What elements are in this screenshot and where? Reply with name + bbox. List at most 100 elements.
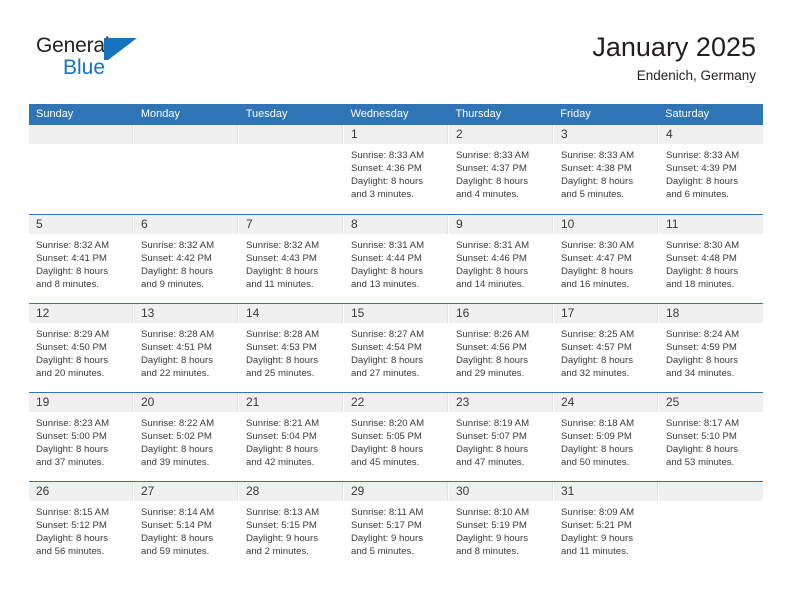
- daylight-line: Daylight: 8 hours: [666, 266, 738, 278]
- calendar-day-cell[interactable]: 1 Sunrise: 8:33 AM Sunset: 4:36 PM Daylight…: [344, 125, 449, 214]
- calendar-day-cell[interactable]: 11 Sunrise: 8:30 AM Sunset: 4:48 PM Dayligh…: [659, 215, 763, 303]
- day-number-band: 4: [659, 125, 763, 144]
- calendar-day-cell[interactable]: 27 Sunrise: 8:14 AM Sunset: 5:14 PM Dayligh…: [134, 482, 239, 570]
- day-number: 2: [456, 127, 463, 141]
- daylight-line-continued: and 8 minutes.: [456, 546, 519, 558]
- daylight-line: Daylight: 8 hours: [351, 176, 423, 188]
- calendar-day-cell[interactable]: 18 Sunrise: 8:24 AM Sunset: 4:59 PM Dayligh…: [659, 304, 763, 392]
- calendar-week-row: 19 Sunrise: 8:23 AM Sunset: 5:00 PM Dayligh…: [29, 392, 763, 481]
- calendar-day-cell[interactable]: 5 Sunrise: 8:32 AM Sunset: 4:41 PM Daylight…: [29, 215, 134, 303]
- day-number-band: 24: [554, 393, 658, 412]
- day-detail-lines: Sunrise: 8:29 AM Sunset: 4:50 PM Daylight:…: [29, 323, 133, 380]
- daylight-line: Daylight: 9 hours: [246, 533, 318, 545]
- calendar-day-cell[interactable]: 7 Sunrise: 8:32 AM Sunset: 4:43 PM Daylight…: [239, 215, 344, 303]
- calendar-day-cell[interactable]: 16 Sunrise: 8:26 AM Sunset: 4:56 PM Dayligh…: [449, 304, 554, 392]
- sunrise-line: Sunrise: 8:32 AM: [141, 240, 215, 251]
- sunset-line: Sunset: 4:47 PM: [561, 253, 632, 265]
- brand-word-general: General: [36, 34, 110, 57]
- day-detail-lines: Sunrise: 8:17 AM Sunset: 5:10 PM Daylight:…: [659, 412, 763, 469]
- day-number: 1: [351, 127, 358, 141]
- day-number: 23: [456, 395, 470, 409]
- daylight-line-continued: and 50 minutes.: [561, 457, 630, 469]
- calendar-day-cell[interactable]: 2 Sunrise: 8:33 AM Sunset: 4:37 PM Daylight…: [449, 125, 554, 214]
- day-detail-lines: Sunrise: 8:15 AM Sunset: 5:12 PM Daylight:…: [29, 501, 133, 558]
- daylight-line: Daylight: 8 hours: [141, 355, 213, 367]
- sunset-line: Sunset: 5:02 PM: [141, 431, 212, 443]
- calendar-day-cell[interactable]: 13 Sunrise: 8:28 AM Sunset: 4:51 PM Dayligh…: [134, 304, 239, 392]
- day-detail-lines: Sunrise: 8:28 AM Sunset: 4:51 PM Daylight:…: [134, 323, 238, 380]
- calendar-day-cell[interactable]: 10 Sunrise: 8:30 AM Sunset: 4:47 PM Dayligh…: [554, 215, 659, 303]
- calendar-day-cell[interactable]: 29 Sunrise: 8:11 AM Sunset: 5:17 PM Dayligh…: [344, 482, 449, 570]
- day-number-band: 25: [659, 393, 763, 412]
- day-detail-lines: Sunrise: 8:20 AM Sunset: 5:05 PM Daylight:…: [344, 412, 448, 469]
- daylight-line: Daylight: 8 hours: [246, 355, 318, 367]
- sunrise-line: Sunrise: 8:13 AM: [246, 507, 320, 518]
- day-number-band: 23: [449, 393, 553, 412]
- day-number-band: 19: [29, 393, 133, 412]
- calendar-day-cell[interactable]: 21 Sunrise: 8:21 AM Sunset: 5:04 PM Dayligh…: [239, 393, 344, 481]
- daylight-line-continued: and 53 minutes.: [666, 457, 735, 469]
- sunset-line: Sunset: 4:38 PM: [561, 163, 632, 175]
- day-number-band: 8: [344, 215, 448, 234]
- calendar-day-cell[interactable]: 23 Sunrise: 8:19 AM Sunset: 5:07 PM Dayligh…: [449, 393, 554, 481]
- calendar-day-cell-empty: [659, 482, 763, 570]
- calendar-day-cell[interactable]: 12 Sunrise: 8:29 AM Sunset: 4:50 PM Dayligh…: [29, 304, 134, 392]
- sunrise-line: Sunrise: 8:33 AM: [351, 150, 425, 161]
- daylight-line: Daylight: 8 hours: [36, 533, 108, 545]
- calendar-day-cell[interactable]: 22 Sunrise: 8:20 AM Sunset: 5:05 PM Dayligh…: [344, 393, 449, 481]
- daylight-line: Daylight: 8 hours: [246, 266, 318, 278]
- calendar-day-cell[interactable]: 6 Sunrise: 8:32 AM Sunset: 4:42 PM Daylight…: [134, 215, 239, 303]
- sunrise-line: Sunrise: 8:19 AM: [456, 418, 530, 429]
- calendar-day-cell[interactable]: 28 Sunrise: 8:13 AM Sunset: 5:15 PM Dayligh…: [239, 482, 344, 570]
- daylight-line-continued: and 9 minutes.: [141, 279, 204, 291]
- calendar-day-cell[interactable]: 15 Sunrise: 8:27 AM Sunset: 4:54 PM Dayligh…: [344, 304, 449, 392]
- sunset-line: Sunset: 4:42 PM: [141, 253, 212, 265]
- sunset-line: Sunset: 4:51 PM: [141, 342, 212, 354]
- weekday-header-saturday: Saturday: [665, 108, 710, 120]
- calendar-day-cell[interactable]: 30 Sunrise: 8:10 AM Sunset: 5:19 PM Dayligh…: [449, 482, 554, 570]
- calendar-day-cell[interactable]: 14 Sunrise: 8:28 AM Sunset: 4:53 PM Dayligh…: [239, 304, 344, 392]
- sunrise-line: Sunrise: 8:20 AM: [351, 418, 425, 429]
- weekday-header-thursday: Thursday: [455, 108, 502, 120]
- sunrise-line: Sunrise: 8:32 AM: [246, 240, 320, 251]
- calendar-week-row: 5 Sunrise: 8:32 AM Sunset: 4:41 PM Daylight…: [29, 214, 763, 303]
- calendar-day-cell[interactable]: 24 Sunrise: 8:18 AM Sunset: 5:09 PM Dayligh…: [554, 393, 659, 481]
- day-detail-lines: Sunrise: 8:25 AM Sunset: 4:57 PM Daylight:…: [554, 323, 658, 380]
- calendar-day-cell-empty: [29, 125, 134, 214]
- calendar-day-cell[interactable]: 20 Sunrise: 8:22 AM Sunset: 5:02 PM Dayligh…: [134, 393, 239, 481]
- calendar-day-cell[interactable]: 4 Sunrise: 8:33 AM Sunset: 4:39 PM Daylight…: [659, 125, 763, 214]
- calendar-day-cell-empty: [134, 125, 239, 214]
- calendar-day-cell[interactable]: 19 Sunrise: 8:23 AM Sunset: 5:00 PM Dayligh…: [29, 393, 134, 481]
- day-number: 5: [36, 217, 43, 231]
- sunset-line: Sunset: 5:10 PM: [666, 431, 737, 443]
- daylight-line-continued: and 4 minutes.: [456, 189, 519, 201]
- calendar-day-cell[interactable]: 25 Sunrise: 8:17 AM Sunset: 5:10 PM Dayligh…: [659, 393, 763, 481]
- daylight-line-continued: and 2 minutes.: [246, 546, 309, 558]
- daylight-line: Daylight: 9 hours: [456, 533, 528, 545]
- sunset-line: Sunset: 4:36 PM: [351, 163, 422, 175]
- weekday-header-friday: Friday: [560, 108, 591, 120]
- calendar-day-cell[interactable]: 8 Sunrise: 8:31 AM Sunset: 4:44 PM Daylight…: [344, 215, 449, 303]
- daylight-line: Daylight: 8 hours: [666, 444, 738, 456]
- day-detail-lines: Sunrise: 8:22 AM Sunset: 5:02 PM Daylight:…: [134, 412, 238, 469]
- daylight-line: Daylight: 8 hours: [246, 444, 318, 456]
- calendar-day-cell[interactable]: 3 Sunrise: 8:33 AM Sunset: 4:38 PM Daylight…: [554, 125, 659, 214]
- calendar-day-cell[interactable]: 26 Sunrise: 8:15 AM Sunset: 5:12 PM Dayligh…: [29, 482, 134, 570]
- day-number: 6: [141, 217, 148, 231]
- day-number: 13: [141, 306, 155, 320]
- sunrise-line: Sunrise: 8:22 AM: [141, 418, 215, 429]
- brand-logo[interactable]: General Blue: [36, 34, 166, 86]
- day-detail-lines: Sunrise: 8:18 AM Sunset: 5:09 PM Daylight:…: [554, 412, 658, 469]
- day-detail-lines: Sunrise: 8:33 AM Sunset: 4:37 PM Daylight:…: [449, 144, 553, 201]
- daylight-line: Daylight: 8 hours: [351, 266, 423, 278]
- calendar-day-cell[interactable]: 9 Sunrise: 8:31 AM Sunset: 4:46 PM Daylight…: [449, 215, 554, 303]
- title-block: January 2025 Endenich, Germany: [592, 30, 756, 86]
- daylight-line: Daylight: 8 hours: [456, 355, 528, 367]
- calendar-day-cell[interactable]: 31 Sunrise: 8:09 AM Sunset: 5:21 PM Dayligh…: [554, 482, 659, 570]
- day-number-band: 7: [239, 215, 343, 234]
- sunset-line: Sunset: 4:57 PM: [561, 342, 632, 354]
- calendar-day-cell[interactable]: 17 Sunrise: 8:25 AM Sunset: 4:57 PM Dayligh…: [554, 304, 659, 392]
- day-number-band: 12: [29, 304, 133, 323]
- day-number: 30: [456, 484, 470, 498]
- day-number-band: 11: [659, 215, 763, 234]
